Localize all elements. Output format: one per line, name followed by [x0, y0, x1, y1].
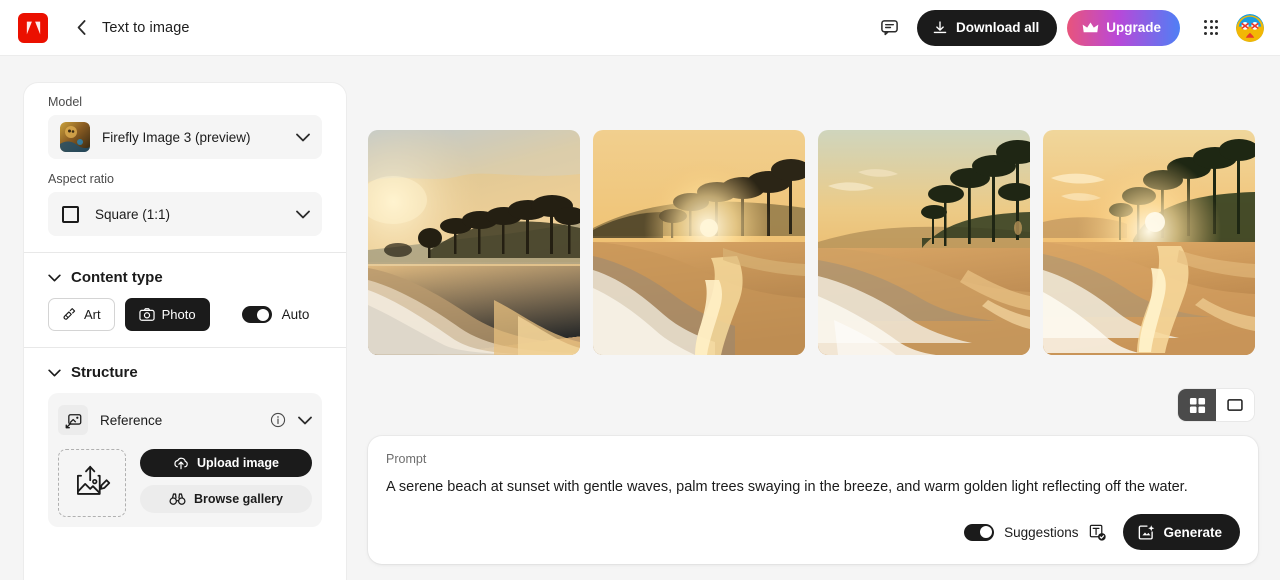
reference-image-icon: [58, 405, 88, 435]
page-title: Text to image: [102, 19, 190, 36]
browse-gallery-label: Browse gallery: [194, 492, 283, 506]
suggestions-label: Suggestions: [1004, 524, 1079, 540]
generated-images-grid: [368, 130, 1255, 355]
download-all-button[interactable]: Download all: [916, 9, 1058, 46]
back-button[interactable]: [70, 17, 92, 39]
generated-image-1[interactable]: [368, 130, 580, 355]
header-actions: Download all Upgrade: [873, 9, 1280, 46]
cloud-upload-icon: [173, 456, 189, 470]
comment-icon[interactable]: [873, 11, 907, 45]
prompt-actions: Suggestions Generate: [964, 514, 1240, 550]
square-ratio-icon: [62, 205, 79, 223]
prompt-label: Prompt: [386, 452, 427, 466]
generate-label: Generate: [1163, 524, 1222, 540]
crown-icon: [1082, 22, 1099, 32]
upload-image-label: Upload image: [197, 456, 279, 470]
content-type-header[interactable]: Content type: [48, 265, 322, 286]
chevron-down-icon[interactable]: [298, 416, 312, 425]
settings-sidebar: Model Firefly Image 3 (preview) Aspect r…: [24, 83, 346, 580]
content-type-art-button[interactable]: Art: [48, 298, 115, 331]
content-type-options: Art Photo Auto: [48, 298, 322, 331]
content-type-title: Content type: [71, 269, 163, 286]
content-type-auto-toggle[interactable]: [241, 306, 272, 323]
reference-upload-area: Upload image Browse gallery: [58, 449, 312, 517]
content-type-photo-button[interactable]: Photo: [124, 298, 210, 331]
aspect-ratio-label: Aspect ratio: [48, 172, 115, 186]
chevron-down-icon: [296, 133, 310, 142]
upgrade-button[interactable]: Upgrade: [1067, 9, 1180, 46]
download-icon: [933, 20, 947, 33]
single-pane-icon: [1227, 399, 1243, 411]
chevron-down-icon: [48, 273, 61, 282]
chevron-down-icon: [296, 210, 310, 219]
camera-icon: [138, 307, 155, 322]
generate-sparkle-icon: [1139, 524, 1155, 540]
upgrade-label: Upgrade: [1106, 20, 1161, 35]
reference-card: Reference Upload image Browse gallery: [48, 393, 322, 527]
info-icon[interactable]: [270, 412, 286, 428]
model-and-ratio-section: Model Firefly Image 3 (preview) Aspect r…: [24, 83, 346, 252]
text-check-icon[interactable]: [1088, 523, 1107, 542]
generated-image-4[interactable]: [1043, 130, 1255, 355]
aspect-ratio-value: Square (1:1): [95, 206, 171, 222]
app-header: Text to image Download all Upgrade: [0, 0, 1280, 56]
upload-drop-zone[interactable]: [58, 449, 126, 517]
chevron-down-icon: [48, 368, 61, 377]
generated-image-2[interactable]: [593, 130, 805, 355]
suggestions-toggle[interactable]: [964, 523, 995, 541]
grid-icon: [1189, 397, 1205, 413]
upload-image-button[interactable]: Upload image: [140, 449, 312, 477]
reference-actions: [270, 412, 312, 428]
model-label: Model: [48, 95, 83, 109]
avatar[interactable]: [1236, 13, 1264, 42]
palette-icon: [62, 307, 77, 322]
single-view-button[interactable]: [1216, 389, 1254, 421]
generate-button[interactable]: Generate: [1123, 514, 1240, 550]
structure-header[interactable]: Structure: [48, 360, 322, 381]
content-type-auto-label: Auto: [281, 307, 310, 322]
binoculars-icon: [169, 492, 186, 506]
download-all-label: Download all: [955, 20, 1040, 35]
structure-title: Structure: [71, 364, 138, 381]
model-selector[interactable]: Firefly Image 3 (preview): [48, 115, 322, 159]
view-mode-toggle: [1178, 389, 1254, 421]
adobe-logo[interactable]: [18, 12, 48, 43]
reference-label: Reference: [100, 412, 163, 428]
structure-section: Structure Reference Upload image Browse …: [24, 348, 346, 543]
upload-image-placeholder-icon: [72, 463, 112, 503]
reference-buttons: Upload image Browse gallery: [140, 449, 312, 513]
content-type-art-label: Art: [84, 307, 101, 322]
model-value: Firefly Image 3 (preview): [102, 129, 251, 145]
model-thumbnail: [60, 122, 90, 152]
content-type-photo-label: Photo: [161, 307, 196, 322]
grid-view-button[interactable]: [1178, 389, 1216, 421]
firefly-text-to-image-app: Text to image Download all Upgrade Model…: [0, 0, 1280, 580]
reference-row[interactable]: Reference: [58, 403, 312, 437]
app-grid-icon[interactable]: [1194, 11, 1228, 45]
prompt-panel: Prompt A serene beach at sunset with gen…: [368, 436, 1258, 564]
content-type-section: Content type Art Photo Auto: [24, 253, 346, 347]
generated-image-3[interactable]: [818, 130, 1030, 355]
browse-gallery-button[interactable]: Browse gallery: [140, 485, 312, 513]
prompt-input[interactable]: A serene beach at sunset with gentle wav…: [386, 478, 1240, 498]
aspect-ratio-selector[interactable]: Square (1:1): [48, 192, 322, 236]
